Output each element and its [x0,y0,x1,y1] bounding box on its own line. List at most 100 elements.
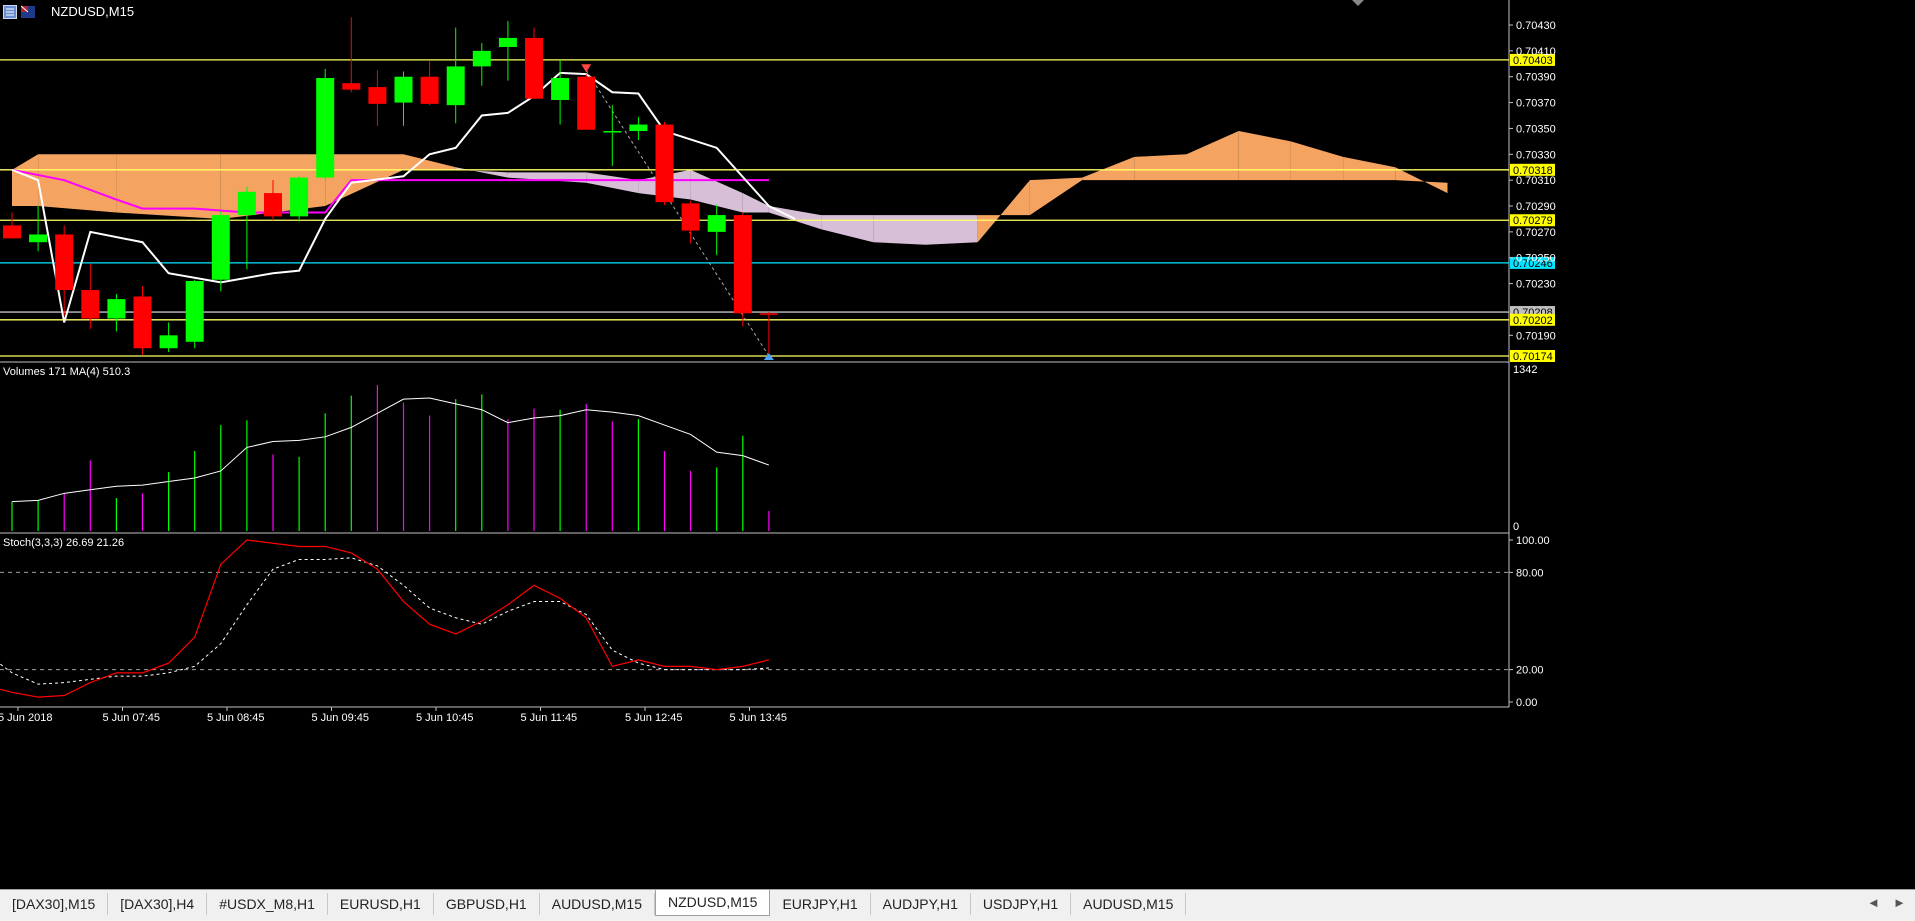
candle-body [629,124,648,132]
candle-body [759,313,778,315]
stoch-main-line [0,539,770,698]
chart-tab[interactable]: #USDX_M8,H1 [207,893,328,915]
price-tick-label: 0.70330 [1516,149,1556,161]
time-tick-label: 5 Jun 13:45 [730,712,788,724]
tabs-scroll-left-icon[interactable]: ◄ [1867,895,1880,910]
stoch-panel-label: Stoch(3,3,3) 26.69 21.26 [3,537,124,549]
chart-tab[interactable]: [DAX30],H4 [108,893,208,915]
sell-arrow-icon [581,64,592,73]
price-tick-label: 0.70190 [1516,330,1556,342]
window-menu-icon[interactable] [3,5,17,19]
candle-body [733,215,752,314]
price-tick-label: 0.70250 [1516,253,1556,265]
chart-tab[interactable]: AUDJPY,H1 [870,893,971,915]
kumo-segment [12,154,39,207]
candle-body [107,299,126,319]
time-tick-label: 5 Jun 08:45 [207,712,265,724]
chart-tab[interactable]: GBPUSD,H1 [433,893,540,915]
price-tick-label: 0.70410 [1516,46,1556,58]
time-axis: 5 Jun 2018 5 Jun 07:45 5 Jun 08:45 5 Jun 09… [0,707,787,724]
kumo-segment [1186,131,1239,181]
candle-body [55,234,74,291]
time-tick-label: 5 Jun 12:45 [625,712,683,724]
stoch-signal-line [0,557,769,685]
stoch-tick-label: 0.00 [1516,697,1537,709]
chart-tab[interactable]: [DAX30],M15 [0,893,109,915]
chart-tab[interactable]: NZDUSD,M15 [654,890,771,916]
volume-ma-line [11,397,770,503]
kumo-segment [1029,177,1083,216]
price-tick-label: 0.70290 [1516,201,1556,213]
candle-body [577,76,596,130]
price-tick-label: 0.70350 [1516,123,1556,135]
candle-body [185,281,204,342]
level-price-label: 0.70279 [1513,215,1553,227]
chart-canvas[interactable]: 0.704030.703180.702790.702460.702080.702… [0,0,1915,889]
symbol-flag-icon [21,5,35,18]
candle-body [342,83,361,90]
level-price-label: 0.70174 [1513,351,1553,363]
candle-body [525,37,543,99]
kumo-segment [1343,156,1396,181]
price-tick-label: 0.70230 [1516,279,1556,291]
chart-tabs: [DAX30],M15 [DAX30],H4 #USDX_M8,H1 EURUSD,H… [0,890,1187,921]
kumo-segment [507,172,587,183]
chart-tab[interactable]: EURJPY,H1 [770,893,871,915]
time-tick-label: 5 Jun 2018 [0,712,52,724]
candle-body [211,215,230,280]
candle-body [3,225,21,239]
kumo-segment [1290,141,1344,181]
price-scale: 0.70430 0.70410 0.70390 0.70370 0.70350 0.703… [1509,20,1556,342]
candle-body [472,50,491,67]
stochastic-panel: Stoch(3,3,3) 26.69 21.26 100.00 80.00 20.0… [0,535,1550,709]
price-tick-label: 0.70270 [1516,227,1556,239]
candle-body [264,193,282,217]
price-tick-label: 0.70370 [1516,98,1556,110]
candle-body [446,66,465,106]
chart-tab[interactable]: AUDUSD,M15 [539,893,655,915]
price-tick-label: 0.70390 [1516,72,1556,84]
kumo-segment [1395,167,1448,194]
kumo-segment [873,215,926,245]
kumo-segment [1082,156,1135,181]
candle-body [603,131,622,133]
candle-body [316,78,335,178]
level-price-label: 0.70202 [1513,315,1553,327]
price-tick-label: 0.70310 [1516,175,1556,187]
price-tick-label: 0.70430 [1516,20,1556,32]
kumo-segment [38,154,117,213]
candle-body [237,191,256,216]
candle-body [394,76,413,103]
candle-body [368,87,387,104]
candle-body [681,203,700,231]
time-tick-label: 5 Jun 07:45 [103,712,161,724]
chart-tab[interactable]: USDJPY,H1 [970,893,1072,915]
chart-title: NZDUSD,M15 [51,4,135,19]
kumo-segment [455,167,508,178]
time-tick-label: 5 Jun 09:45 [312,712,370,724]
tabs-scroll-right-icon[interactable]: ► [1893,895,1906,910]
candle-body [81,290,100,319]
volume-scale-max: 1342 [1513,364,1537,376]
chart-shift-marker[interactable] [1352,0,1364,6]
stoch-tick-label: 100.00 [1516,535,1550,547]
chart-tab[interactable]: EURUSD,H1 [327,893,434,915]
kumo-segment [586,172,639,194]
candle-body [290,177,309,217]
volume-scale-min: 0 [1513,521,1519,533]
time-tick-label: 5 Jun 10:45 [416,712,474,724]
volume-panel: Volumes 171 MA(4) 510.3 1342 0 [3,364,1537,533]
candle-body [420,76,439,104]
kumo-segment [925,215,978,245]
stoch-tick-label: 80.00 [1516,567,1544,579]
candle-body [551,78,570,100]
candle-body [29,234,48,243]
candle-body [133,296,152,349]
kumo-segment [977,180,1030,243]
chart-tab[interactable]: AUDUSD,M15 [1071,893,1187,915]
candle-body [655,124,674,203]
candle-body [159,335,178,349]
time-tick-label: 5 Jun 11:45 [521,712,578,724]
stoch-tick-label: 20.00 [1516,665,1544,677]
kumo-segment [821,215,874,243]
